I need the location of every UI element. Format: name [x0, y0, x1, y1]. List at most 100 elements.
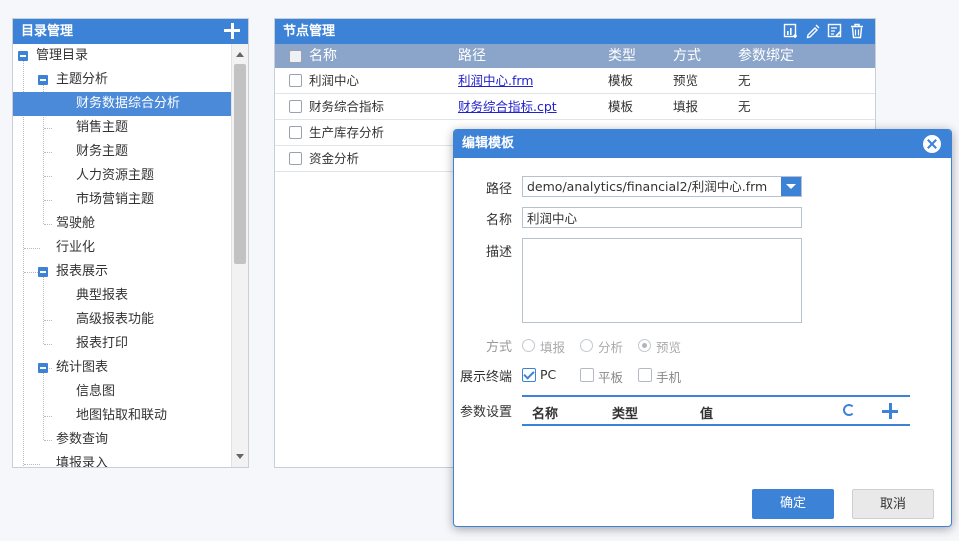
add-catalog-icon[interactable] [224, 23, 240, 39]
terminal-pc-label: PC [540, 367, 557, 382]
table-row[interactable]: 利润中心 利润中心.frm 模板 预览 无 [275, 68, 875, 94]
tree-item-label: 主题分析 [56, 72, 109, 87]
tree-item-advanced-report[interactable]: 高级报表功能 [13, 308, 231, 332]
tree-item-label: 统计图表 [56, 360, 109, 375]
catalog-scrollbar[interactable] [231, 44, 248, 467]
column-path: 路径 [458, 48, 486, 64]
row-path-link[interactable]: 利润中心.frm [458, 68, 533, 93]
tree-item-report-print[interactable]: 报表打印 [13, 332, 231, 356]
terminal-mobile-checkbox[interactable] [638, 368, 652, 382]
name-label: 名称 [486, 213, 513, 228]
tree-item-data-entry[interactable]: 填报录入 [13, 452, 231, 467]
table-row[interactable]: 财务综合指标 财务综合指标.cpt 模板 填报 无 [275, 94, 875, 120]
terminal-pc-checkbox[interactable] [522, 368, 536, 382]
collapse-icon[interactable] [38, 75, 48, 85]
tree-item-label: 填报录入 [56, 456, 109, 467]
report-add-icon[interactable] [783, 23, 799, 39]
refresh-icon[interactable] [843, 404, 855, 416]
scroll-thumb[interactable] [234, 64, 246, 264]
catalog-panel: 目录管理 管理目录 主题分析 财务数据综合分析 销售主题 财务主题 人力资源主题… [12, 18, 249, 468]
tree-item-sales[interactable]: 销售主题 [13, 116, 231, 140]
row-name: 资金分析 [309, 151, 360, 166]
mode-radio-preview[interactable] [638, 339, 651, 352]
path-select[interactable]: demo/analytics/financial2/利润中心.frm [522, 176, 802, 197]
row-checkbox[interactable] [289, 74, 302, 87]
tree-item-label: 人力资源主题 [76, 168, 155, 183]
tree-item-financial-analysis[interactable]: 财务数据综合分析 [13, 92, 231, 116]
tree-item-infographic[interactable]: 信息图 [13, 380, 231, 404]
tree-item-manage-catalog[interactable]: 管理目录 [13, 44, 231, 68]
column-name: 名称 [309, 48, 337, 64]
name-input[interactable] [522, 207, 802, 228]
tree-item-label: 参数查询 [56, 432, 109, 447]
tree-item-marketing[interactable]: 市场营销主题 [13, 188, 231, 212]
mode-option-preview: 预览 [656, 340, 682, 355]
catalog-tree: 管理目录 主题分析 财务数据综合分析 销售主题 财务主题 人力资源主题 市场营销… [13, 44, 231, 467]
row-mode: 填报 [673, 99, 699, 114]
trash-icon[interactable] [849, 23, 865, 39]
collapse-icon[interactable] [38, 363, 48, 373]
tree-item-topic-analysis[interactable]: 主题分析 [13, 68, 231, 92]
tree-item-cockpit[interactable]: 驾驶舱 [13, 212, 231, 236]
row-name: 财务综合指标 [309, 99, 385, 114]
terminal-label: 展示终端 [460, 370, 513, 385]
catalog-panel-title: 目录管理 [21, 24, 74, 39]
select-all-checkbox[interactable] [289, 50, 302, 63]
collapse-icon[interactable] [18, 51, 28, 61]
terminal-tablet-checkbox[interactable] [580, 368, 594, 382]
row-checkbox[interactable] [289, 152, 302, 165]
tree-item-map-drill[interactable]: 地图钻取和联动 [13, 404, 231, 428]
node-grid-header: 名称 路径 类型 方式 参数绑定 [275, 44, 875, 68]
path-label: 路径 [486, 182, 513, 197]
tree-item-typical-report[interactable]: 典型报表 [13, 284, 231, 308]
row-binding: 无 [738, 99, 751, 114]
tree-item-label: 驾驶舱 [56, 216, 96, 231]
tree-item-label: 财务主题 [76, 144, 129, 159]
row-checkbox[interactable] [289, 100, 302, 113]
tree-item-label: 信息图 [76, 384, 116, 399]
tree-item-report-display[interactable]: 报表展示 [13, 260, 231, 284]
scroll-down-arrow-icon[interactable] [236, 454, 244, 459]
tree-item-label: 地图钻取和联动 [76, 408, 168, 423]
terminal-tablet-label: 平板 [598, 370, 624, 385]
param-column-name: 名称 [532, 407, 559, 422]
template-edit-icon[interactable] [827, 23, 843, 39]
row-binding: 无 [738, 73, 751, 88]
edit-template-dialog: 编辑模板 路径 demo/analytics/financial2/利润中心.f… [453, 129, 952, 527]
confirm-button[interactable]: 确定 [752, 489, 834, 519]
row-type: 模板 [608, 99, 634, 114]
row-checkbox[interactable] [289, 126, 302, 139]
tree-item-label: 报表展示 [56, 264, 109, 279]
tree-item-industry[interactable]: 行业化 [13, 236, 231, 260]
row-path-link[interactable]: 财务综合指标.cpt [458, 94, 557, 119]
cancel-button[interactable]: 取消 [852, 489, 934, 519]
row-type: 模板 [608, 73, 634, 88]
tree-item-hr[interactable]: 人力资源主题 [13, 164, 231, 188]
scroll-up-arrow-icon[interactable] [236, 52, 244, 57]
tree-item-label: 报表打印 [76, 336, 129, 351]
tree-item-label: 行业化 [56, 240, 96, 255]
tree-item-param-query[interactable]: 参数查询 [13, 428, 231, 452]
close-icon[interactable] [923, 135, 941, 153]
tree-item-label: 市场营销主题 [76, 192, 155, 207]
tree-item-charts[interactable]: 统计图表 [13, 356, 231, 380]
row-name: 生产库存分析 [309, 125, 385, 140]
terminal-mobile-label: 手机 [656, 370, 682, 385]
mode-label: 方式 [486, 340, 513, 355]
mode-radio-fill[interactable] [522, 339, 535, 352]
tree-item-label: 财务数据综合分析 [76, 96, 181, 111]
edit-icon[interactable] [805, 23, 821, 39]
description-label: 描述 [486, 245, 513, 260]
row-mode: 预览 [673, 73, 699, 88]
chevron-down-icon[interactable] [781, 177, 801, 196]
column-binding: 参数绑定 [738, 48, 794, 64]
mode-radio-analysis[interactable] [580, 339, 593, 352]
column-mode: 方式 [673, 48, 701, 64]
add-param-icon[interactable] [882, 403, 898, 419]
node-panel-header: 节点管理 [275, 19, 875, 44]
row-name: 利润中心 [309, 73, 360, 88]
collapse-icon[interactable] [38, 267, 48, 277]
description-textarea[interactable] [522, 238, 802, 323]
tree-item-finance[interactable]: 财务主题 [13, 140, 231, 164]
tree-item-label: 管理目录 [36, 48, 89, 63]
